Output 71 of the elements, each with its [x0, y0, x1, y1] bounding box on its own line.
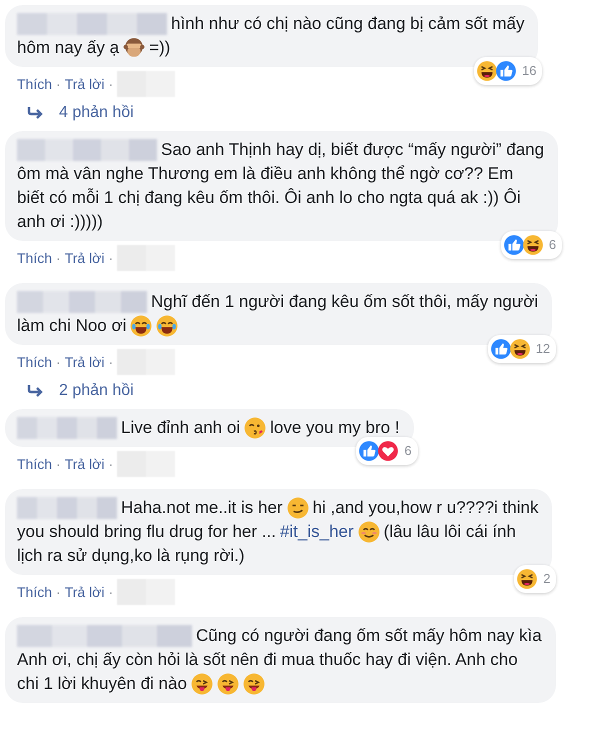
- emoji-icon: [216, 673, 239, 695]
- separator-dot: ·: [56, 456, 61, 472]
- comment-text: hình như có chị nào cũng đang bị cảm sốt mấy: [171, 13, 524, 35]
- separator-dot: ·: [56, 76, 61, 92]
- separator-dot: ·: [108, 584, 114, 600]
- comment-text: anh ơi :))))): [17, 211, 103, 233]
- emoji-icon: [130, 315, 152, 337]
- comment-text: =)): [149, 37, 170, 59]
- comment-text: Anh ơi, chị ấy còn hỏi là sốt nên đi mua thuốc hay đi viện. Anh cho: [17, 649, 518, 671]
- separator-dot: ·: [108, 354, 114, 370]
- action-link[interactable]: Thích: [17, 354, 52, 370]
- comment-text: Nghĩ đến 1 người đang kêu ốm sốt thôi, mấy người: [151, 291, 538, 313]
- reaction-count: 12: [536, 340, 550, 358]
- reaction-count: 16: [522, 62, 536, 80]
- separator-dot: ·: [56, 250, 61, 266]
- comment-text: Sao anh Thịnh hay dị, biết được “mấy người” đang: [161, 139, 544, 161]
- emoji-icon: [358, 521, 380, 543]
- reply-arrow-icon: [27, 384, 45, 398]
- comment-text: Cũng có người đang ốm sốt mấy hôm nay kìa: [196, 625, 542, 647]
- action-link[interactable]: Thích: [17, 456, 52, 472]
- separator-dot: ·: [108, 76, 114, 92]
- comment-text: Haha.not me..it is her: [121, 497, 283, 519]
- replies-link[interactable]: 4 phản hồi: [59, 103, 134, 123]
- reaction-count: 2: [543, 570, 550, 588]
- separator-dot: ·: [56, 354, 61, 370]
- separator-dot: ·: [108, 456, 114, 472]
- comment-text: lịch ra sử dụng,ko là rụng rời.): [17, 545, 245, 567]
- action-link[interactable]: Thích: [17, 76, 52, 92]
- emoji-icon: [244, 417, 266, 439]
- laughing-icon: [508, 338, 531, 360]
- reaction-count: 6: [548, 236, 556, 254]
- laughing-icon: [516, 568, 538, 590]
- emoji-icon: [286, 497, 309, 519]
- comment-text: hi ,and you,how r u????i think: [312, 497, 538, 519]
- comment-text: you should bring flu drug for her ...: [17, 521, 276, 543]
- hashtag-link[interactable]: #it_is_her: [280, 520, 354, 544]
- comment-text: (lâu lâu lôi cái ính: [384, 521, 516, 543]
- reactions-badge[interactable]: 16: [474, 57, 542, 85]
- comment-text: biết có mỗi 1 chị đang kêu ốm thôi. Ôi anh lo cho ngta quá ak :)) Ôi: [17, 187, 521, 209]
- reaction-count: 6: [404, 442, 412, 460]
- comment-text: hôm nay ấy ạ: [17, 37, 120, 59]
- replies-link[interactable]: 2 phản hồi: [59, 381, 134, 401]
- action-link[interactable]: Trả lời: [64, 250, 104, 266]
- like-icon: [358, 440, 380, 462]
- reply-arrow-icon: [27, 106, 45, 120]
- separator-dot: ·: [108, 250, 114, 266]
- reactions-badge[interactable]: 2: [514, 565, 556, 593]
- action-link[interactable]: Thích: [17, 250, 52, 266]
- like-icon: [495, 60, 518, 82]
- action-link[interactable]: Trả lời: [64, 456, 104, 472]
- reactions-badge[interactable]: 6: [500, 231, 562, 259]
- monkey-emoji-icon: [123, 37, 146, 59]
- separator-dot: ·: [56, 584, 61, 600]
- action-link[interactable]: Trả lời: [64, 354, 104, 370]
- action-link[interactable]: Thích: [17, 584, 52, 600]
- comment-text: love you my bro !: [270, 417, 400, 439]
- comment-text: làm chi Noo ơi: [17, 315, 126, 337]
- comment-text: Live đỉnh anh oi: [121, 417, 240, 439]
- emoji-icon: [190, 673, 213, 695]
- emoji-icon: [156, 315, 178, 337]
- reactions-badge[interactable]: 6: [356, 437, 418, 465]
- comment-text: chi 1 lời khuyên đi nào: [17, 673, 187, 695]
- action-link[interactable]: Trả lời: [64, 76, 104, 92]
- reactions-badge[interactable]: 12: [488, 335, 556, 363]
- like-icon: [502, 234, 525, 256]
- laughing-icon: [522, 234, 544, 256]
- comment-text: ôm mà vân nghe Thương em là điều anh không thể ngờ cơ?? Em: [17, 163, 514, 185]
- like-icon: [490, 338, 512, 360]
- action-link[interactable]: Trả lời: [64, 584, 104, 600]
- emoji-icon: [242, 673, 265, 695]
- laughing-icon: [476, 60, 498, 82]
